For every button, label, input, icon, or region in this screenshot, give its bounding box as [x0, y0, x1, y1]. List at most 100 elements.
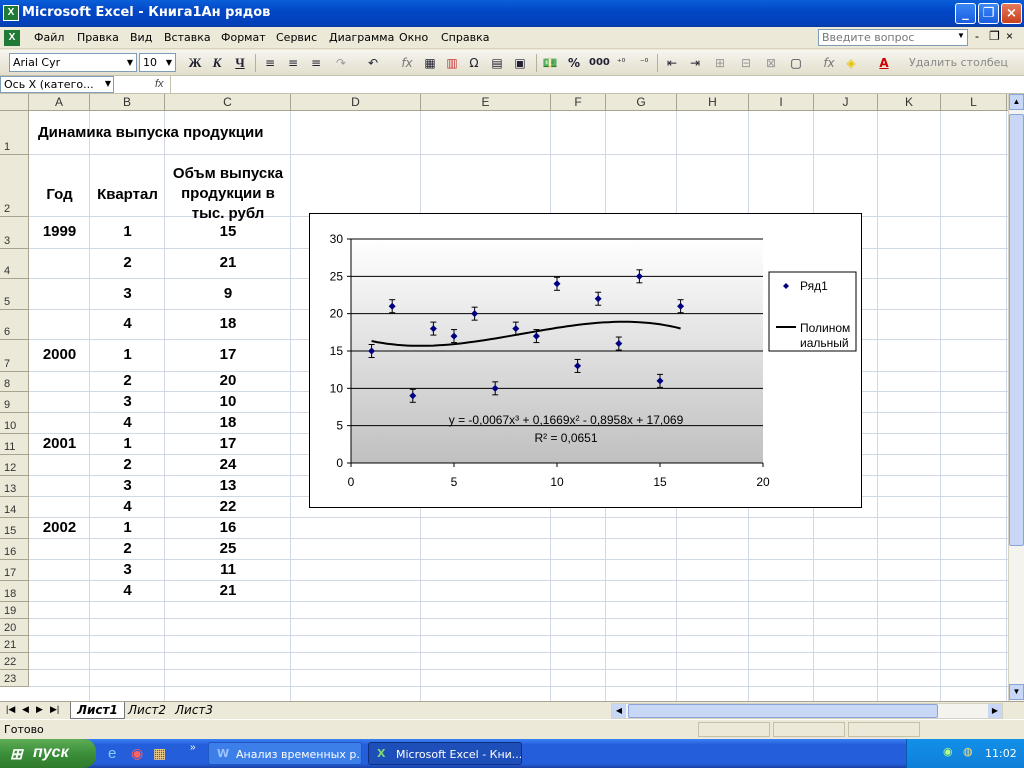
quarter-cell[interactable]: 1	[90, 435, 165, 452]
row-header[interactable]: 6	[0, 310, 29, 340]
chevron-down-icon[interactable]: ▼	[124, 54, 136, 71]
row-header[interactable]: 1	[0, 111, 29, 155]
column-header-j[interactable]: J	[814, 94, 878, 111]
row-header[interactable]: 20	[0, 619, 29, 636]
row-header[interactable]: 10	[0, 413, 29, 434]
row-header[interactable]: 13	[0, 476, 29, 497]
merge-cells-icon[interactable]: ▤	[489, 54, 505, 72]
quarter-cell[interactable]: 2	[90, 372, 165, 389]
column-header-b[interactable]: B	[90, 94, 165, 111]
column-header-f[interactable]: F	[551, 94, 606, 111]
quarter-cell[interactable]: 1	[90, 346, 165, 363]
tray-status-icon[interactable]: ◍	[963, 745, 973, 758]
tab-sheet3[interactable]: Лист3	[171, 702, 217, 719]
select-all-button[interactable]	[0, 94, 29, 111]
font-color-icon[interactable]: A	[876, 54, 892, 72]
row-header[interactable]: 5	[0, 279, 29, 310]
chevron-down-icon[interactable]: ▼	[105, 79, 111, 88]
menu-help[interactable]: Справка	[441, 31, 489, 44]
scroll-up-icon[interactable]: ▲	[1009, 94, 1024, 110]
workbook-icon[interactable]: X	[4, 30, 20, 46]
value-cell[interactable]: 10	[165, 393, 291, 410]
italic-button[interactable]: К	[209, 54, 225, 72]
row-header[interactable]: 7	[0, 340, 29, 372]
align-center-icon[interactable]: ≡	[285, 54, 301, 72]
quarter-cell[interactable]: 3	[90, 393, 165, 410]
align-right-icon[interactable]: ≡	[308, 54, 324, 72]
app-quicklaunch-icon[interactable]: ◉	[131, 745, 143, 762]
row-header[interactable]: 8	[0, 372, 29, 392]
year-cell[interactable]: 2001	[29, 435, 90, 452]
insert-cells-icon[interactable]: ⊞	[712, 54, 728, 72]
close-button[interactable]: ×	[1001, 3, 1022, 24]
value-cell[interactable]: 21	[165, 254, 291, 271]
year-cell[interactable]: 2000	[29, 346, 90, 363]
symbol-icon[interactable]: Ω	[466, 54, 482, 72]
font-name-combo[interactable]: Arial Cyr ▼	[9, 53, 137, 72]
value-cell[interactable]: 13	[165, 477, 291, 494]
next-sheet-icon[interactable]: ▶	[36, 704, 43, 715]
decrease-decimal-icon[interactable]: ⁻⁰	[636, 54, 652, 72]
quarter-cell[interactable]: 1	[90, 519, 165, 536]
value-cell[interactable]: 21	[165, 582, 291, 599]
column-header-c[interactable]: C	[165, 94, 291, 111]
column-header-g[interactable]: G	[606, 94, 677, 111]
function-icon[interactable]: fx	[821, 54, 837, 72]
value-cell[interactable]: 18	[165, 414, 291, 431]
column-header-l[interactable]: L	[941, 94, 1007, 111]
row-header[interactable]: 17	[0, 560, 29, 581]
title-bar[interactable]: X Microsoft Excel - Книга1Ан рядов _ ❐ ×	[0, 0, 1024, 27]
tray-app-icon[interactable]: ◉	[943, 745, 953, 758]
row-header[interactable]: 2	[0, 155, 29, 217]
row-header[interactable]: 12	[0, 455, 29, 476]
column-header-d[interactable]: D	[291, 94, 421, 111]
row-header[interactable]: 15	[0, 518, 29, 539]
h-scroll-thumb[interactable]	[628, 704, 938, 718]
horizontal-scrollbar[interactable]: ◀ ▶	[611, 703, 1003, 719]
row-header[interactable]: 16	[0, 539, 29, 560]
scroll-right-icon[interactable]: ▶	[988, 704, 1002, 718]
name-box[interactable]: Ось X (катего... ▼	[0, 76, 114, 93]
merge-center-icon[interactable]: ▣	[512, 54, 528, 72]
row-header[interactable]: 14	[0, 497, 29, 518]
quarter-cell[interactable]: 2	[90, 254, 165, 271]
value-cell[interactable]: 16	[165, 519, 291, 536]
menu-tools[interactable]: Сервис	[276, 31, 317, 44]
help-dropdown-icon[interactable]: ▼	[957, 31, 965, 40]
scroll-thumb[interactable]	[1009, 114, 1024, 546]
header-year[interactable]: Год	[29, 186, 90, 203]
last-sheet-icon[interactable]: ▶|	[50, 704, 59, 715]
value-cell[interactable]: 25	[165, 540, 291, 557]
tab-sheet2[interactable]: Лист2	[124, 702, 170, 719]
fx-label[interactable]: fx	[155, 78, 164, 90]
year-cell[interactable]: 2002	[29, 519, 90, 536]
restore-button[interactable]: ❐	[978, 3, 999, 24]
menu-format[interactable]: Формат	[221, 31, 266, 44]
currency-icon[interactable]: 💵	[542, 54, 558, 72]
quarter-cell[interactable]: 4	[90, 414, 165, 431]
start-button[interactable]: ⊞ пуск	[0, 739, 96, 768]
menu-chart[interactable]: Диаграмма	[329, 31, 394, 44]
underline-button[interactable]: Ч	[232, 54, 248, 72]
row-header[interactable]: 22	[0, 653, 29, 670]
row-header[interactable]: 23	[0, 670, 29, 687]
menu-view[interactable]: Вид	[130, 31, 152, 44]
column-header-i[interactable]: I	[749, 94, 814, 111]
value-cell[interactable]: 24	[165, 456, 291, 473]
trend-equation[interactable]: y = -0,0067x³ + 0,1669x² - 0,8958x + 17,…	[449, 413, 684, 427]
quarter-cell[interactable]: 3	[90, 477, 165, 494]
desktop-quicklaunch-icon[interactable]: ▦	[153, 745, 166, 762]
quarter-cell[interactable]: 2	[90, 540, 165, 557]
scroll-down-icon[interactable]: ▼	[1009, 684, 1024, 700]
delete-columns-button[interactable]: Удалить столбец	[909, 54, 1008, 72]
year-cell[interactable]: 1999	[29, 223, 90, 240]
menu-edit[interactable]: Правка	[77, 31, 119, 44]
increase-decimal-icon[interactable]: ⁺⁰	[613, 54, 629, 72]
increase-indent-icon[interactable]: ⇥	[687, 54, 703, 72]
value-cell[interactable]: 17	[165, 435, 291, 452]
column-header-k[interactable]: K	[878, 94, 941, 111]
quarter-cell[interactable]: 4	[90, 498, 165, 515]
sheet-title[interactable]: Динамика выпуска продукции	[38, 124, 263, 141]
border-style-icon[interactable]: ▢	[788, 54, 804, 72]
quarter-cell[interactable]: 4	[90, 315, 165, 332]
